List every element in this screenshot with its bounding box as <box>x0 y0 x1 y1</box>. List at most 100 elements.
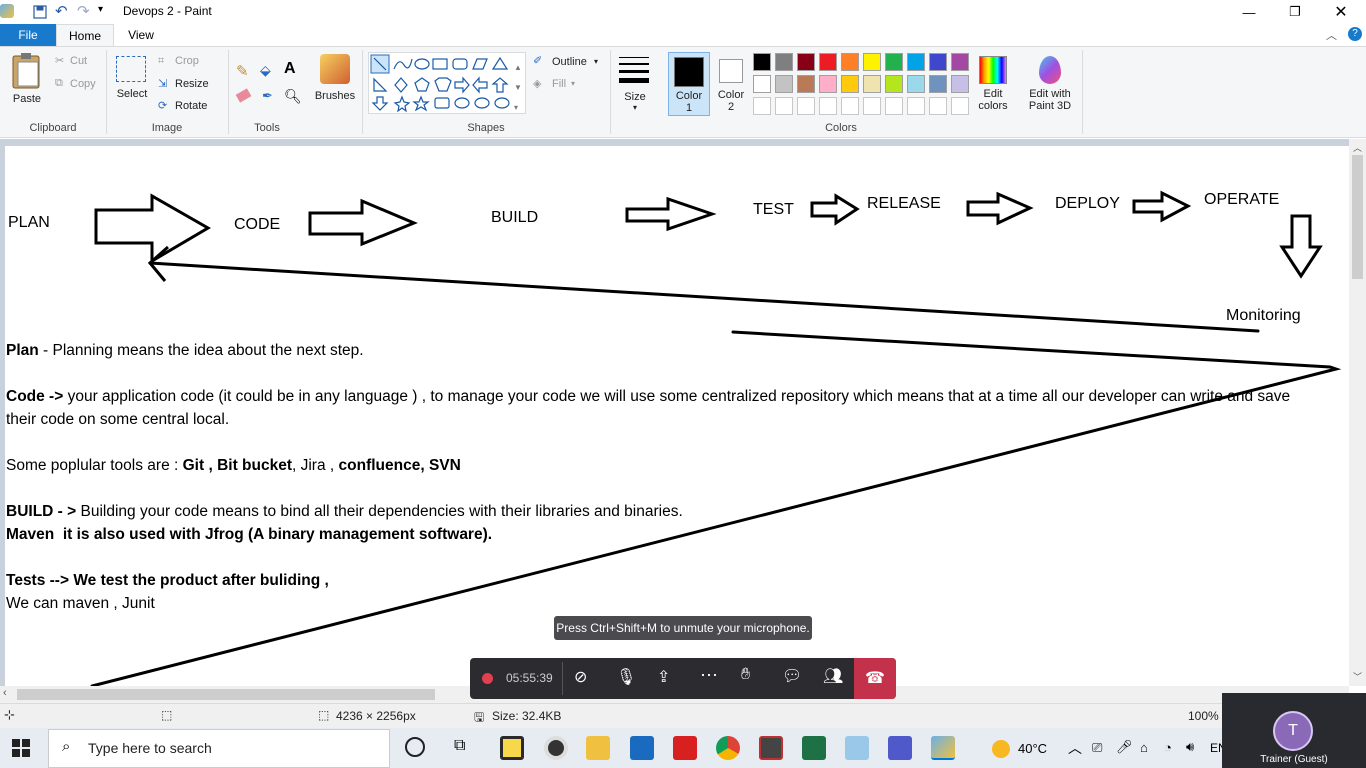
weather-icon[interactable] <box>992 740 1010 758</box>
color-swatch[interactable] <box>797 97 815 115</box>
color-swatch[interactable] <box>863 53 881 71</box>
color-swatch[interactable] <box>907 97 925 115</box>
color-swatch[interactable] <box>929 97 947 115</box>
color-swatch[interactable] <box>907 75 925 93</box>
notepad-icon[interactable] <box>845 736 869 760</box>
scroll-left-icon[interactable]: ‹ <box>3 687 7 699</box>
participants-button[interactable]: 👥︎ <box>823 666 843 686</box>
teams-icon[interactable] <box>888 736 912 760</box>
shapes-scroll-icon[interactable]: ▲ ▼ ▾ <box>514 58 522 118</box>
media-player-icon[interactable] <box>544 736 568 760</box>
outline-dropdown[interactable]: Outline <box>552 56 587 68</box>
acrobat-icon[interactable] <box>673 736 697 760</box>
task-view-icon[interactable]: ⧉ <box>454 737 465 755</box>
chat-button[interactable]: 💬︎ <box>782 666 802 686</box>
color1-button[interactable]: Color 1 <box>668 52 710 116</box>
cortana-icon[interactable] <box>405 737 425 757</box>
microphone-tray-icon[interactable]: 🎤︎ <box>1116 739 1133 755</box>
color-swatch[interactable] <box>797 53 815 71</box>
help-icon[interactable]: ? <box>1348 27 1362 41</box>
vertical-scroll-thumb[interactable] <box>1352 155 1363 279</box>
share-screen-button[interactable]: ⇪ <box>657 667 670 687</box>
close-button[interactable]: ✕ <box>1318 0 1364 24</box>
shapes-gallery[interactable] <box>368 52 526 114</box>
color-swatch[interactable] <box>775 53 793 71</box>
color-swatch[interactable] <box>951 75 969 93</box>
start-button[interactable] <box>12 739 30 757</box>
scroll-up-icon[interactable]: ︿ <box>1353 141 1362 154</box>
mic-muted-button[interactable]: 🎙︎ <box>616 667 636 687</box>
pencil-icon[interactable]: ✎ <box>236 62 249 80</box>
color-swatch[interactable] <box>951 97 969 115</box>
photos-icon[interactable] <box>630 736 654 760</box>
resize-button[interactable]: Resize <box>175 78 209 90</box>
maximize-button[interactable]: ❐ <box>1272 0 1318 24</box>
color-swatch[interactable] <box>863 97 881 115</box>
snipping-tool-icon[interactable] <box>759 736 783 760</box>
color-swatch[interactable] <box>885 53 903 71</box>
cut-button[interactable]: Cut <box>70 55 87 67</box>
scroll-down-icon[interactable]: ﹀ <box>1353 670 1362 683</box>
color-swatch[interactable] <box>753 53 771 71</box>
color-swatch[interactable] <box>775 97 793 115</box>
magnifier-icon[interactable]: 🔍︎ <box>284 88 302 105</box>
tab-home[interactable]: Home <box>56 24 114 46</box>
paint-app-icon[interactable] <box>0 4 14 18</box>
brushes-button[interactable]: Brushes <box>312 54 358 114</box>
color-picker-icon[interactable]: ✒ <box>262 88 273 104</box>
color-swatch[interactable] <box>863 75 881 93</box>
customize-qat-icon[interactable]: ▾ <box>98 4 103 15</box>
more-options-button[interactable]: ⋯ <box>700 665 718 686</box>
color-swatch[interactable] <box>753 75 771 93</box>
paste-button[interactable]: Paste <box>6 52 48 114</box>
color-swatch[interactable] <box>929 75 947 93</box>
hang-up-button[interactable]: ☎︎ <box>854 658 896 699</box>
fill-bucket-icon[interactable]: ⬙ <box>260 62 271 79</box>
color-swatch[interactable] <box>929 53 947 71</box>
undo-icon[interactable]: ↶ <box>55 2 68 20</box>
color-swatch[interactable] <box>841 75 859 93</box>
color-swatch[interactable] <box>819 75 837 93</box>
select-button[interactable]: Select <box>112 54 152 114</box>
crop-button[interactable]: Crop <box>175 55 199 67</box>
save-icon[interactable] <box>33 5 47 19</box>
sticky-notes-icon[interactable] <box>500 736 524 760</box>
color-swatch[interactable] <box>775 75 793 93</box>
vertical-scrollbar[interactable]: ︿ ﹀ <box>1349 139 1366 686</box>
camera-tray-icon[interactable]: ⎚ <box>1092 740 1102 756</box>
color-swatch[interactable] <box>907 53 925 71</box>
collapse-ribbon-icon[interactable]: ︿ <box>1326 27 1337 43</box>
color-swatch[interactable] <box>885 75 903 93</box>
file-explorer-icon[interactable] <box>586 736 610 760</box>
network-tray-icon[interactable]: ⌂ <box>1140 740 1148 755</box>
color-swatch[interactable] <box>819 53 837 71</box>
color-swatch[interactable] <box>885 97 903 115</box>
paint-taskbar-icon[interactable] <box>931 736 955 760</box>
tab-view[interactable]: View <box>118 24 164 46</box>
color-swatch[interactable] <box>841 97 859 115</box>
fill-dropdown[interactable]: Fill <box>552 78 566 90</box>
excel-icon[interactable] <box>802 736 826 760</box>
color-swatch[interactable] <box>841 53 859 71</box>
minimize-button[interactable]: — <box>1226 0 1272 24</box>
color-swatch[interactable] <box>819 97 837 115</box>
show-hidden-icons[interactable]: ︿ <box>1068 738 1082 758</box>
size-button[interactable]: Size ▾ <box>616 54 654 114</box>
chrome-icon[interactable] <box>716 736 740 760</box>
raise-hand-button[interactable]: ✋︎ <box>741 666 750 684</box>
paint3d-button[interactable]: Edit with Paint 3D <box>1022 52 1078 116</box>
color-swatch[interactable] <box>753 97 771 115</box>
redo-icon[interactable]: ↷ <box>77 2 90 20</box>
color-swatch[interactable] <box>951 53 969 71</box>
edit-colors-button[interactable]: Edit colors <box>974 52 1012 116</box>
tab-file[interactable]: File <box>0 24 56 46</box>
wifi-tray-icon[interactable]: ◔ <box>1164 740 1172 755</box>
text-tool-icon[interactable]: A <box>284 60 296 78</box>
color-swatch[interactable] <box>797 75 815 93</box>
rotate-button[interactable]: Rotate <box>175 100 207 112</box>
camera-off-button[interactable]: ⊘ <box>574 667 587 687</box>
copy-button[interactable]: Copy <box>70 78 96 90</box>
horizontal-scroll-thumb[interactable] <box>17 689 435 700</box>
volume-tray-icon[interactable]: 🔊︎ <box>1186 739 1194 755</box>
color2-button[interactable]: Color 2 <box>712 52 750 116</box>
